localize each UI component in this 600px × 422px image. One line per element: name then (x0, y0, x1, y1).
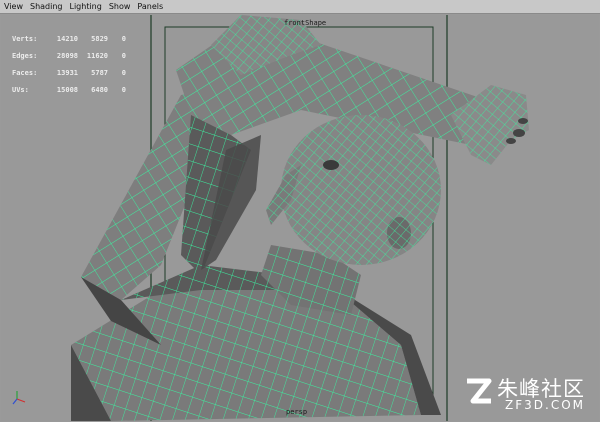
watermark-en-text: ZF3D.COM (505, 398, 585, 412)
menu-panels[interactable]: Panels (137, 0, 163, 14)
menu-view[interactable]: View (4, 0, 23, 14)
stat-label: UVs: (12, 86, 29, 94)
menu-show[interactable]: Show (109, 0, 131, 14)
stat-row-faces: Faces: 13931 5787 0 (12, 65, 126, 82)
stat-row-edges: Edges: 28098 11620 0 (12, 48, 126, 65)
stat-selected: 5787 (91, 69, 108, 77)
stat-label: Verts: (12, 35, 38, 43)
site-watermark: 朱峰社区 ZF3D.COM (463, 373, 591, 413)
stat-row-verts: Verts: 14210 5829 0 (12, 31, 126, 48)
menu-shading[interactable]: Shading (30, 0, 63, 14)
stat-extra: 0 (121, 69, 126, 77)
stat-total: 13931 (56, 69, 78, 77)
stat-label: Faces: (12, 69, 38, 77)
stat-row-uvs: UVs: 15008 6480 0 (12, 82, 126, 99)
stat-total: 14210 (56, 35, 78, 43)
stat-extra: 0 (121, 86, 126, 94)
stat-extra: 0 (121, 35, 126, 43)
menu-lighting[interactable]: Lighting (69, 0, 101, 14)
stat-total: 28098 (56, 52, 78, 60)
viewport-menu-bar: View Shading Lighting Show Panels (0, 0, 600, 14)
stat-selected: 11620 (86, 52, 108, 60)
head-mesh (266, 115, 441, 265)
stat-selected: 6480 (91, 86, 108, 94)
camera-view-label: persp (286, 408, 308, 416)
stat-total: 15008 (56, 86, 78, 94)
3d-viewport[interactable]: Verts: 14210 5829 0 Edges: 28098 11620 0… (1, 15, 599, 421)
poly-count-hud: Verts: 14210 5829 0 Edges: 28098 11620 0… (12, 31, 126, 99)
zf-logo-icon (467, 378, 492, 404)
eye-socket (323, 160, 339, 170)
stat-selected: 5829 (91, 35, 108, 43)
camera-name-label: frontShape (284, 19, 327, 27)
axis-gizmo (12, 391, 26, 405)
stat-label: Edges: (12, 52, 38, 60)
stat-extra: 0 (121, 52, 126, 60)
